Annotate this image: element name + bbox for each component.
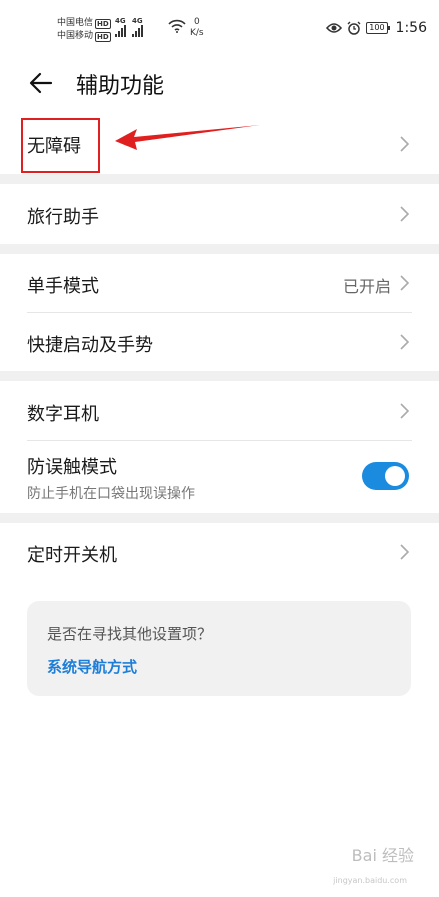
status-right: 100 1:56 bbox=[326, 20, 427, 36]
network-type: 4G bbox=[132, 17, 143, 25]
annotation-highlight-box bbox=[21, 118, 100, 173]
wifi-icon bbox=[168, 19, 186, 33]
status-bar: 中国电信 HD 中国移动 HD 4G 4G 0 K/s 100 1:56 bbox=[0, 0, 439, 52]
settings-item-label: 数字耳机 bbox=[27, 404, 99, 425]
battery-icon: 100 bbox=[366, 22, 390, 34]
carrier-2: 中国移动 bbox=[57, 31, 94, 41]
toggle-knob bbox=[385, 466, 405, 486]
annotation-arrow-icon bbox=[115, 125, 260, 150]
chevron-right-icon bbox=[400, 136, 409, 152]
suggestion-card: 是否在寻找其他设置项？ 系统导航方式 bbox=[27, 601, 411, 696]
network-speed: 0 K/s bbox=[190, 17, 204, 39]
back-arrow-icon[interactable] bbox=[27, 69, 55, 97]
settings-item-label: 快捷启动及手势 bbox=[27, 335, 153, 356]
carrier-info: 中国电信 HD 中国移动 HD bbox=[57, 17, 111, 43]
settings-item-scheduled-power[interactable]: 定时开关机 bbox=[0, 523, 439, 583]
chevron-right-icon bbox=[400, 403, 409, 419]
alarm-icon bbox=[347, 21, 361, 35]
chevron-right-icon bbox=[400, 275, 409, 291]
hd-badge: HD bbox=[95, 31, 111, 42]
hd-badge: HD bbox=[95, 18, 111, 29]
section-gap bbox=[0, 244, 439, 254]
suggestion-link-navigation[interactable]: 系统导航方式 bbox=[47, 656, 137, 677]
settings-item-digital-earphone[interactable]: 数字耳机 bbox=[0, 381, 439, 440]
signal-icon: 4G bbox=[132, 18, 143, 37]
suggestion-question: 是否在寻找其他设置项？ bbox=[47, 625, 213, 643]
carrier-1: 中国电信 bbox=[57, 18, 94, 28]
mistouch-toggle-switch[interactable] bbox=[362, 462, 409, 490]
chevron-right-icon bbox=[400, 544, 409, 560]
settings-item-shortcuts-gestures[interactable]: 快捷启动及手势 bbox=[0, 313, 439, 371]
section-gap bbox=[0, 174, 439, 184]
settings-item-travel-assistant[interactable]: 旅行助手 bbox=[0, 184, 439, 244]
settings-item-label: 单手模式 bbox=[27, 276, 99, 297]
settings-item-label: 定时开关机 bbox=[27, 545, 117, 566]
watermark-url: jingyan.baidu.com bbox=[333, 876, 407, 885]
signal-group: 4G 4G bbox=[115, 18, 143, 37]
settings-item-label: 防误触模式 bbox=[27, 457, 117, 478]
settings-item-one-hand-mode[interactable]: 单手模式 已开启 bbox=[0, 254, 439, 313]
section-gap bbox=[0, 371, 439, 381]
chevron-right-icon bbox=[400, 206, 409, 222]
watermark-logo: Bai 经验 bbox=[351, 846, 414, 865]
settings-item-label: 旅行助手 bbox=[27, 207, 99, 228]
settings-item-subtitle: 防止手机在口袋出现误操作 bbox=[27, 486, 195, 502]
status-time: 1:56 bbox=[395, 20, 427, 36]
settings-item-value: 已开启 bbox=[342, 277, 391, 296]
signal-icon: 4G bbox=[115, 18, 126, 37]
section-gap bbox=[0, 513, 439, 523]
speed-value: 0 bbox=[193, 17, 200, 27]
page-title: 辅助功能 bbox=[76, 74, 165, 99]
speed-unit: K/s bbox=[190, 28, 204, 38]
title-bar: 辅助功能 bbox=[0, 55, 439, 111]
eye-icon bbox=[326, 23, 343, 33]
network-type: 4G bbox=[115, 17, 126, 25]
chevron-right-icon bbox=[400, 334, 409, 350]
